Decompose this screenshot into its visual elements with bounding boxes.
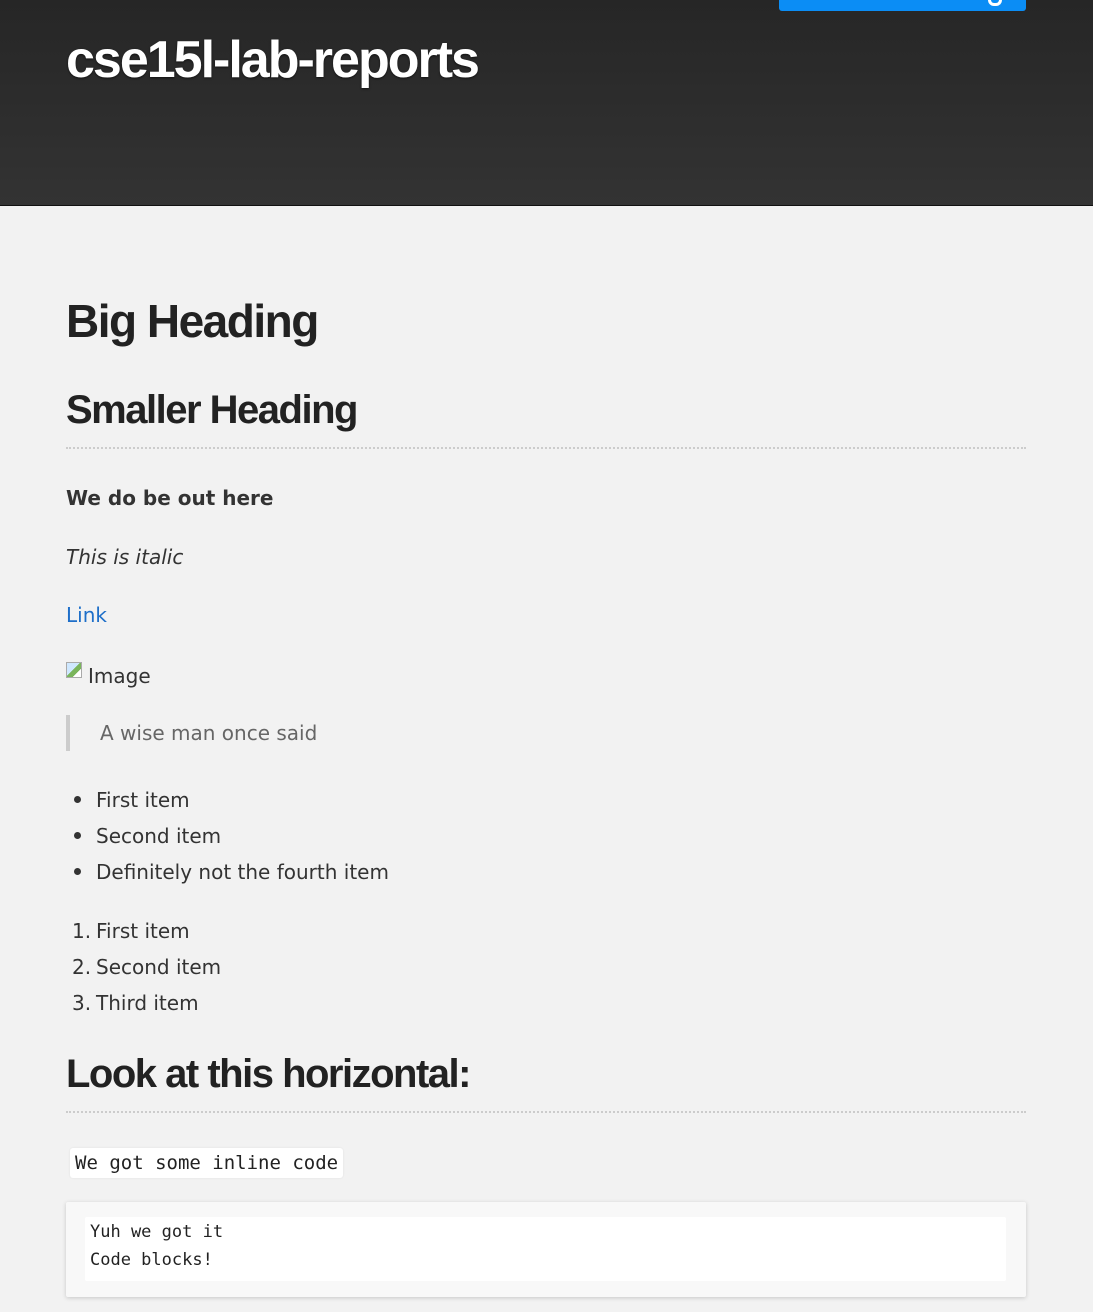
list-item-label: Definitely not the fourth item xyxy=(96,860,389,884)
italic-text: This is italic xyxy=(66,545,184,569)
list-item-label: First item xyxy=(96,919,190,943)
smaller-heading: Smaller Heading xyxy=(66,388,358,432)
github-icon xyxy=(988,0,1002,6)
site-title[interactable]: cse15l-lab-reports xyxy=(66,30,480,90)
horizontal-heading: Look at this horizontal: xyxy=(66,1052,471,1096)
bold-text: We do be out here xyxy=(66,486,274,510)
image-alt-text: Image xyxy=(88,664,151,688)
view-on-github-button[interactable] xyxy=(779,0,1026,11)
heading-divider xyxy=(66,1111,1026,1113)
link[interactable]: Link xyxy=(66,603,107,627)
bullet-icon xyxy=(74,868,81,875)
code-block: Yuh we got it Code blocks! xyxy=(66,1202,1026,1297)
code-block-body: Yuh we got it Code blocks! xyxy=(85,1217,1006,1281)
list-item-label: Second item xyxy=(96,955,222,979)
inline-code: We got some inline code xyxy=(70,1148,344,1178)
bullet-icon xyxy=(74,832,81,839)
broken-image-icon xyxy=(66,662,82,678)
list-item-label: First item xyxy=(96,788,190,812)
code-line: Code blocks! xyxy=(90,1250,213,1270)
page-header: cse15l-lab-reports xyxy=(0,0,1093,206)
image-placeholder: Image xyxy=(66,656,151,688)
blockquote: A wise man once said xyxy=(66,715,317,751)
heading-divider xyxy=(66,447,1026,449)
list-item-label: Second item xyxy=(96,824,222,848)
list-number: 1. xyxy=(72,919,92,943)
list-number: 3. xyxy=(72,991,92,1015)
bullet-icon xyxy=(74,796,81,803)
list-item-label: Third item xyxy=(96,991,199,1015)
big-heading: Big Heading xyxy=(66,295,319,347)
list-number: 2. xyxy=(72,955,92,979)
code-line: Yuh we got it xyxy=(90,1222,224,1242)
